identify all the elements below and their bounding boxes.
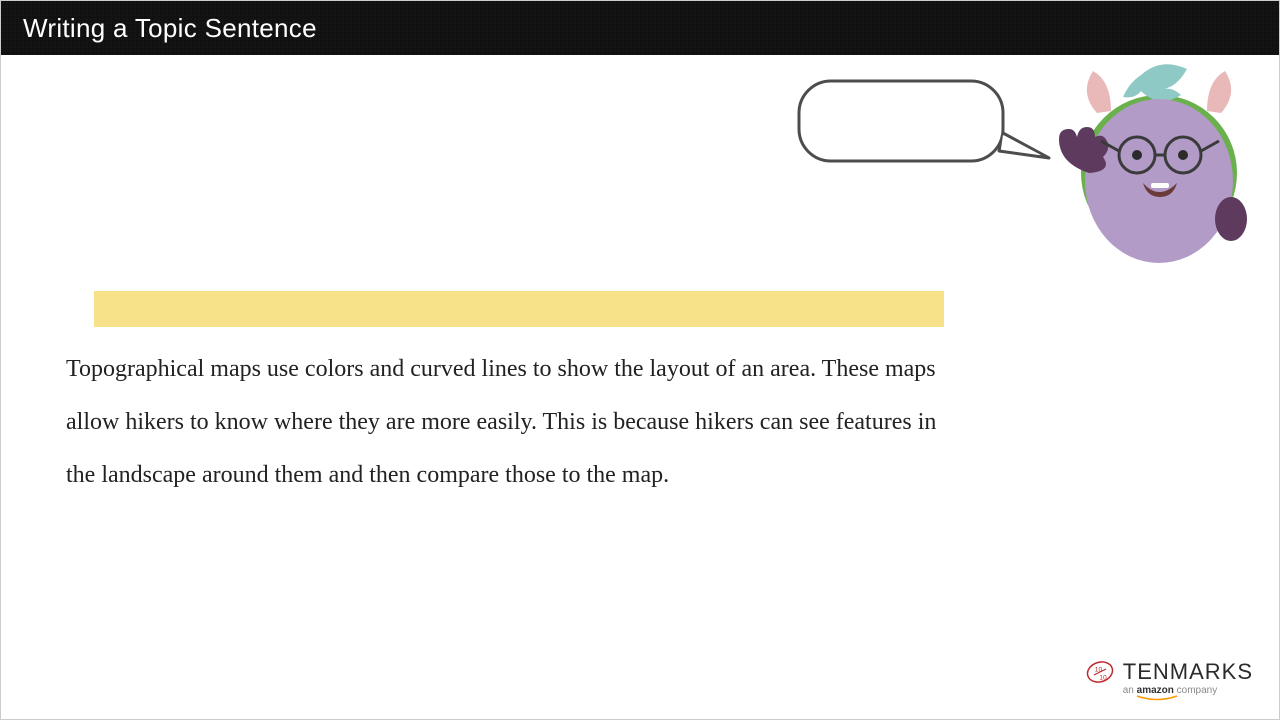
mascot-horn-left bbox=[1087, 71, 1111, 113]
mascot-illustration bbox=[789, 63, 1249, 263]
speech-bubble bbox=[799, 81, 1049, 161]
logo-mark-icon: 10 10 bbox=[1085, 657, 1115, 687]
brand-logo: 10 10 TENMARKS an amazon company bbox=[1085, 657, 1253, 701]
mascot-body bbox=[1085, 99, 1233, 263]
content-area: Topographical maps use colors and curved… bbox=[66, 291, 966, 501]
logo-subline: an amazon company bbox=[1123, 685, 1253, 701]
mascot-horn-right bbox=[1207, 71, 1231, 113]
mascot-area bbox=[789, 63, 1249, 243]
topic-sentence-highlight bbox=[94, 291, 944, 327]
page-title: Writing a Topic Sentence bbox=[23, 13, 317, 43]
mascot-hair bbox=[1123, 64, 1187, 101]
mascot-teeth bbox=[1151, 183, 1169, 188]
mascot-eye-left bbox=[1132, 150, 1142, 160]
mascot-arm-right bbox=[1215, 197, 1247, 241]
mascot-eye-right bbox=[1178, 150, 1188, 160]
header-bar: Writing a Topic Sentence bbox=[1, 1, 1279, 55]
body-paragraph: Topographical maps use colors and curved… bbox=[66, 343, 966, 501]
svg-text:10: 10 bbox=[1099, 675, 1107, 682]
logo-text: TENMARKS bbox=[1123, 659, 1253, 685]
